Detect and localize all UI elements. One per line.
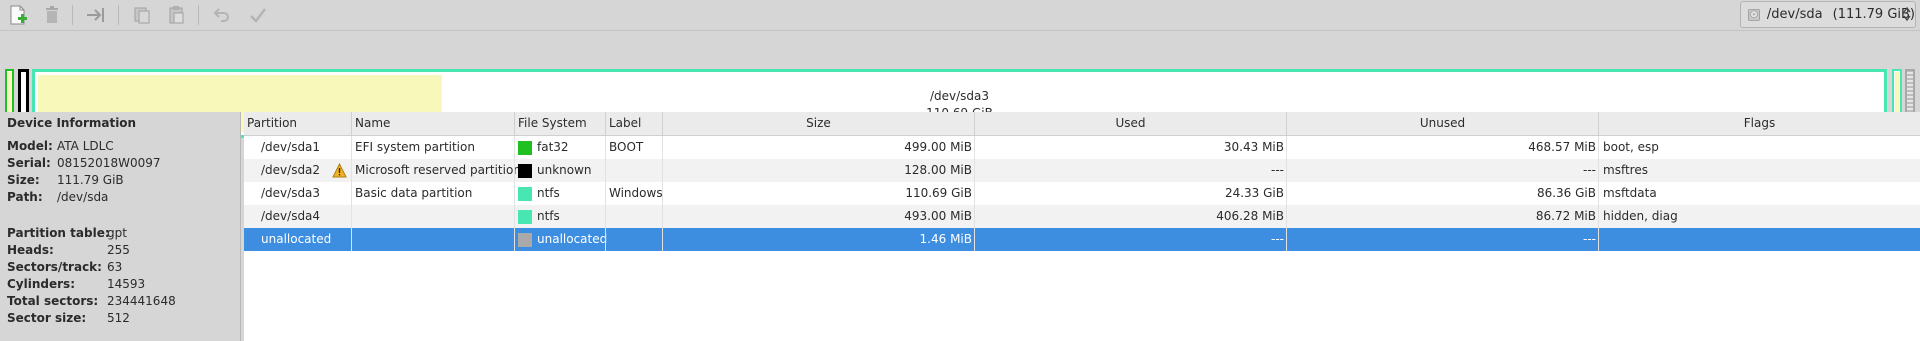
table-row-selected[interactable]: unallocated unallocated 1.46 MiB --- ---	[244, 228, 1920, 251]
cell-size: 499.00 MiB	[904, 140, 972, 154]
cell-file-system: unallocated	[537, 232, 608, 246]
column-header-name[interactable]: Name	[352, 112, 515, 135]
cell-file-system: unknown	[537, 163, 592, 177]
column-header-partition[interactable]: Partition	[244, 112, 352, 135]
disk-graphic: /dev/sda3 110.69 GiB	[0, 32, 1920, 138]
cell-partition: unallocated	[261, 232, 332, 246]
cell-used: 406.28 MiB	[1216, 209, 1284, 223]
cell-unused: ---	[1583, 163, 1596, 177]
checkmark-icon	[250, 8, 266, 23]
cell-unused: 86.72 MiB	[1535, 209, 1596, 223]
cell-used: 30.43 MiB	[1223, 140, 1284, 154]
resize-move-button[interactable]	[84, 3, 108, 27]
hard-disk-icon	[1748, 8, 1760, 21]
table-row[interactable]: /dev/sda1 EFI system partition fat32 BOO…	[244, 136, 1920, 159]
cell-partition: /dev/sda3	[261, 186, 321, 200]
cell-used: 24.33 GiB	[1224, 186, 1284, 200]
filesystem-color-swatch	[518, 187, 532, 201]
device-information-panel: Device Information Model: ATA LDLC Seria…	[0, 112, 241, 341]
column-header-label[interactable]: Label	[606, 112, 663, 135]
table-header: Partition Name File System Label Size Us…	[244, 112, 1920, 136]
copy-icon	[134, 7, 150, 24]
cell-label: BOOT	[609, 140, 644, 154]
new-document-icon	[10, 5, 27, 25]
cell-unused: 468.57 MiB	[1528, 140, 1596, 154]
toolbar: /dev/sda (111.79 GiB)	[0, 0, 1920, 31]
new-partition-button[interactable]	[6, 3, 30, 27]
cell-name: EFI system partition	[355, 140, 475, 154]
column-header-unused[interactable]: Unused	[1287, 112, 1599, 135]
device-selector[interactable]: /dev/sda (111.79 GiB)	[1740, 1, 1916, 28]
cell-name: Basic data partition	[355, 186, 473, 200]
filesystem-color-swatch	[518, 141, 532, 155]
cell-flags: msftres	[1603, 163, 1648, 177]
delete-partition-button[interactable]	[40, 3, 64, 27]
column-header-used[interactable]: Used	[975, 112, 1287, 135]
cell-flags: hidden, diag	[1603, 209, 1678, 223]
undo-icon	[213, 8, 229, 22]
copy-button[interactable]	[130, 3, 154, 27]
device-path: /dev/sda	[1766, 7, 1823, 22]
column-header-file-system[interactable]: File System	[515, 112, 606, 135]
device-information-title: Device Information	[7, 116, 137, 130]
cell-size: 128.00 MiB	[904, 163, 972, 177]
table-row[interactable]: /dev/sda3 Basic data partition ntfs Wind…	[244, 182, 1920, 205]
paste-icon	[169, 6, 184, 24]
cell-unused: 86.36 GiB	[1536, 186, 1596, 200]
cell-partition: /dev/sda1	[261, 140, 321, 154]
cell-partition: /dev/sda2	[261, 163, 321, 177]
table-row[interactable]: /dev/sda4 ntfs 493.00 MiB 406.28 MiB 86.…	[244, 205, 1920, 228]
filesystem-color-swatch	[518, 233, 532, 247]
cell-unused: ---	[1583, 232, 1596, 246]
warning-icon[interactable]	[332, 163, 347, 178]
cell-flags: msftdata	[1603, 186, 1657, 200]
filesystem-color-swatch	[518, 210, 532, 224]
cell-used: ---	[1271, 163, 1284, 177]
trash-icon	[46, 6, 58, 23]
cell-label: Windows	[609, 186, 663, 200]
cell-flags: boot, esp	[1603, 140, 1659, 154]
cell-file-system: ntfs	[537, 209, 560, 223]
partition-table: Partition Name File System Label Size Us…	[244, 112, 1920, 341]
column-header-flags[interactable]: Flags	[1599, 112, 1920, 135]
cell-file-system: fat32	[537, 140, 569, 154]
diskmap-partition-name: /dev/sda3	[929, 89, 990, 103]
filesystem-color-swatch	[518, 164, 532, 178]
cell-size: 1.46 MiB	[919, 232, 972, 246]
cell-name: Microsoft reserved partition	[355, 163, 521, 177]
cell-used: ---	[1271, 232, 1284, 246]
cell-size: 110.69 GiB	[905, 186, 972, 200]
cell-partition: /dev/sda4	[261, 209, 321, 223]
arrow-right-bar-icon	[87, 8, 104, 22]
table-row[interactable]: /dev/sda2 Microsoft reserved partition u…	[244, 159, 1920, 182]
cell-size: 493.00 MiB	[904, 209, 972, 223]
cell-file-system: ntfs	[537, 186, 560, 200]
apply-button[interactable]	[246, 3, 270, 27]
paste-button[interactable]	[164, 3, 188, 27]
column-header-size[interactable]: Size	[663, 112, 975, 135]
chevron-up-down-icon	[1903, 6, 1911, 22]
undo-button[interactable]	[210, 3, 234, 27]
